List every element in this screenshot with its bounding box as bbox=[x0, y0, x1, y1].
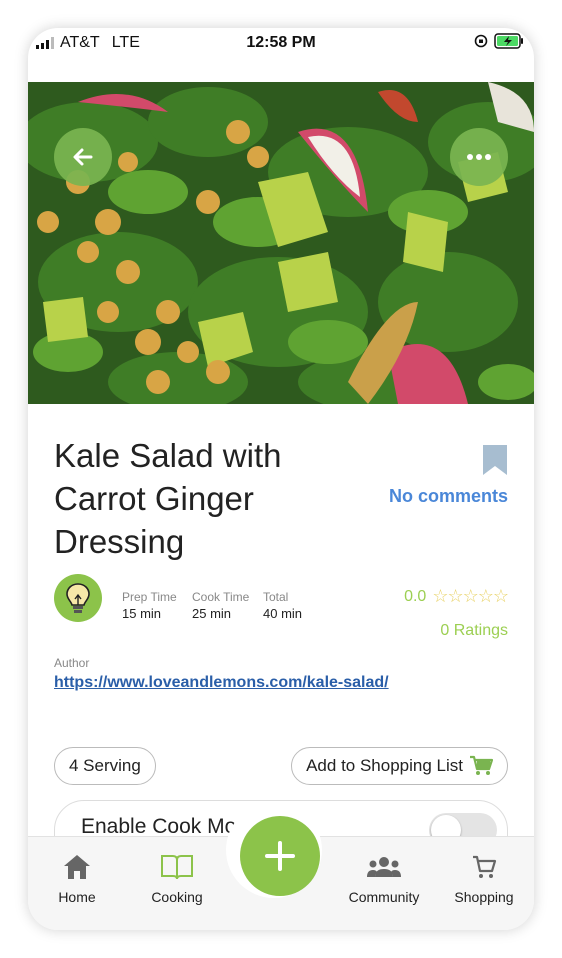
cook-time-label: Cook Time bbox=[192, 590, 250, 604]
author-url-link[interactable]: https://www.loveandlemons.com/kale-salad… bbox=[54, 674, 389, 692]
more-options-button[interactable] bbox=[450, 128, 508, 186]
plus-icon bbox=[265, 841, 295, 871]
community-icon bbox=[367, 857, 401, 877]
prep-time-value: 15 min bbox=[122, 606, 162, 621]
status-bar: AT&T LTE 12:58 PM bbox=[28, 28, 534, 58]
add-to-shopping-list-button[interactable]: Add to Shopping List bbox=[291, 747, 508, 785]
cart-outline-icon bbox=[473, 855, 497, 878]
tab-community[interactable]: Community bbox=[344, 851, 424, 905]
status-right bbox=[474, 33, 524, 49]
tab-home[interactable]: Home bbox=[37, 851, 117, 905]
ratings-count: 0 Ratings bbox=[440, 622, 508, 639]
prep-time-label: Prep Time bbox=[122, 590, 177, 604]
shopping-list-label: Add to Shopping List bbox=[306, 756, 463, 775]
recipe-title-line: Kale Salad with bbox=[54, 437, 282, 474]
cart-icon bbox=[470, 755, 493, 775]
comments-link[interactable]: No comments bbox=[389, 486, 508, 507]
tab-community-label: Community bbox=[348, 889, 420, 905]
lightbulb-icon bbox=[66, 583, 90, 613]
battery-charging-icon bbox=[494, 33, 523, 49]
total-time: Total 40 min bbox=[263, 590, 302, 621]
total-time-value: 40 min bbox=[263, 606, 303, 621]
recipe-hero-image bbox=[28, 82, 534, 404]
tab-home-label: Home bbox=[58, 889, 96, 905]
author-avatar bbox=[54, 574, 102, 622]
total-time-label: Total bbox=[263, 590, 289, 604]
recipe-title-line: Dressing bbox=[54, 523, 185, 560]
phone-screen: AT&T LTE 12:58 PM Kale Salad with Carrot… bbox=[28, 28, 534, 930]
tab-shopping-label: Shopping bbox=[454, 889, 514, 905]
cook-time: Cook Time 25 min bbox=[192, 590, 249, 621]
rating-value: 0.0 bbox=[404, 587, 427, 605]
rating-summary[interactable]: 0.0 ☆☆☆☆☆ bbox=[404, 586, 509, 607]
bookmark-icon bbox=[483, 445, 507, 475]
tab-cooking-label: Cooking bbox=[151, 889, 203, 905]
salad-photo bbox=[28, 82, 534, 404]
servings-label: 4 Serving bbox=[69, 756, 141, 775]
recipe-title: Kale Salad with Carrot Ginger Dressing bbox=[54, 434, 344, 563]
star-rating-icons: ☆☆☆☆☆ bbox=[432, 586, 509, 606]
cook-time-value: 25 min bbox=[192, 606, 232, 621]
add-new-button[interactable] bbox=[240, 816, 320, 896]
servings-button[interactable]: 4 Serving bbox=[54, 747, 156, 785]
orientation-lock-icon bbox=[474, 34, 488, 48]
author-label: Author bbox=[54, 656, 90, 670]
recipe-details: Kale Salad with Carrot Ginger Dressing N… bbox=[28, 404, 534, 834]
arrow-left-icon bbox=[73, 148, 93, 166]
bookmark-button[interactable] bbox=[482, 444, 508, 481]
more-dots-icon bbox=[467, 154, 491, 160]
home-icon bbox=[64, 855, 90, 879]
tab-shopping[interactable]: Shopping bbox=[444, 851, 524, 905]
book-icon bbox=[161, 855, 193, 880]
recipe-title-line: Carrot Ginger bbox=[54, 480, 254, 517]
back-button[interactable] bbox=[54, 128, 112, 186]
tab-cooking[interactable]: Cooking bbox=[137, 851, 217, 905]
prep-time: Prep Time 15 min bbox=[122, 590, 177, 621]
clock: 12:58 PM bbox=[246, 34, 316, 51]
